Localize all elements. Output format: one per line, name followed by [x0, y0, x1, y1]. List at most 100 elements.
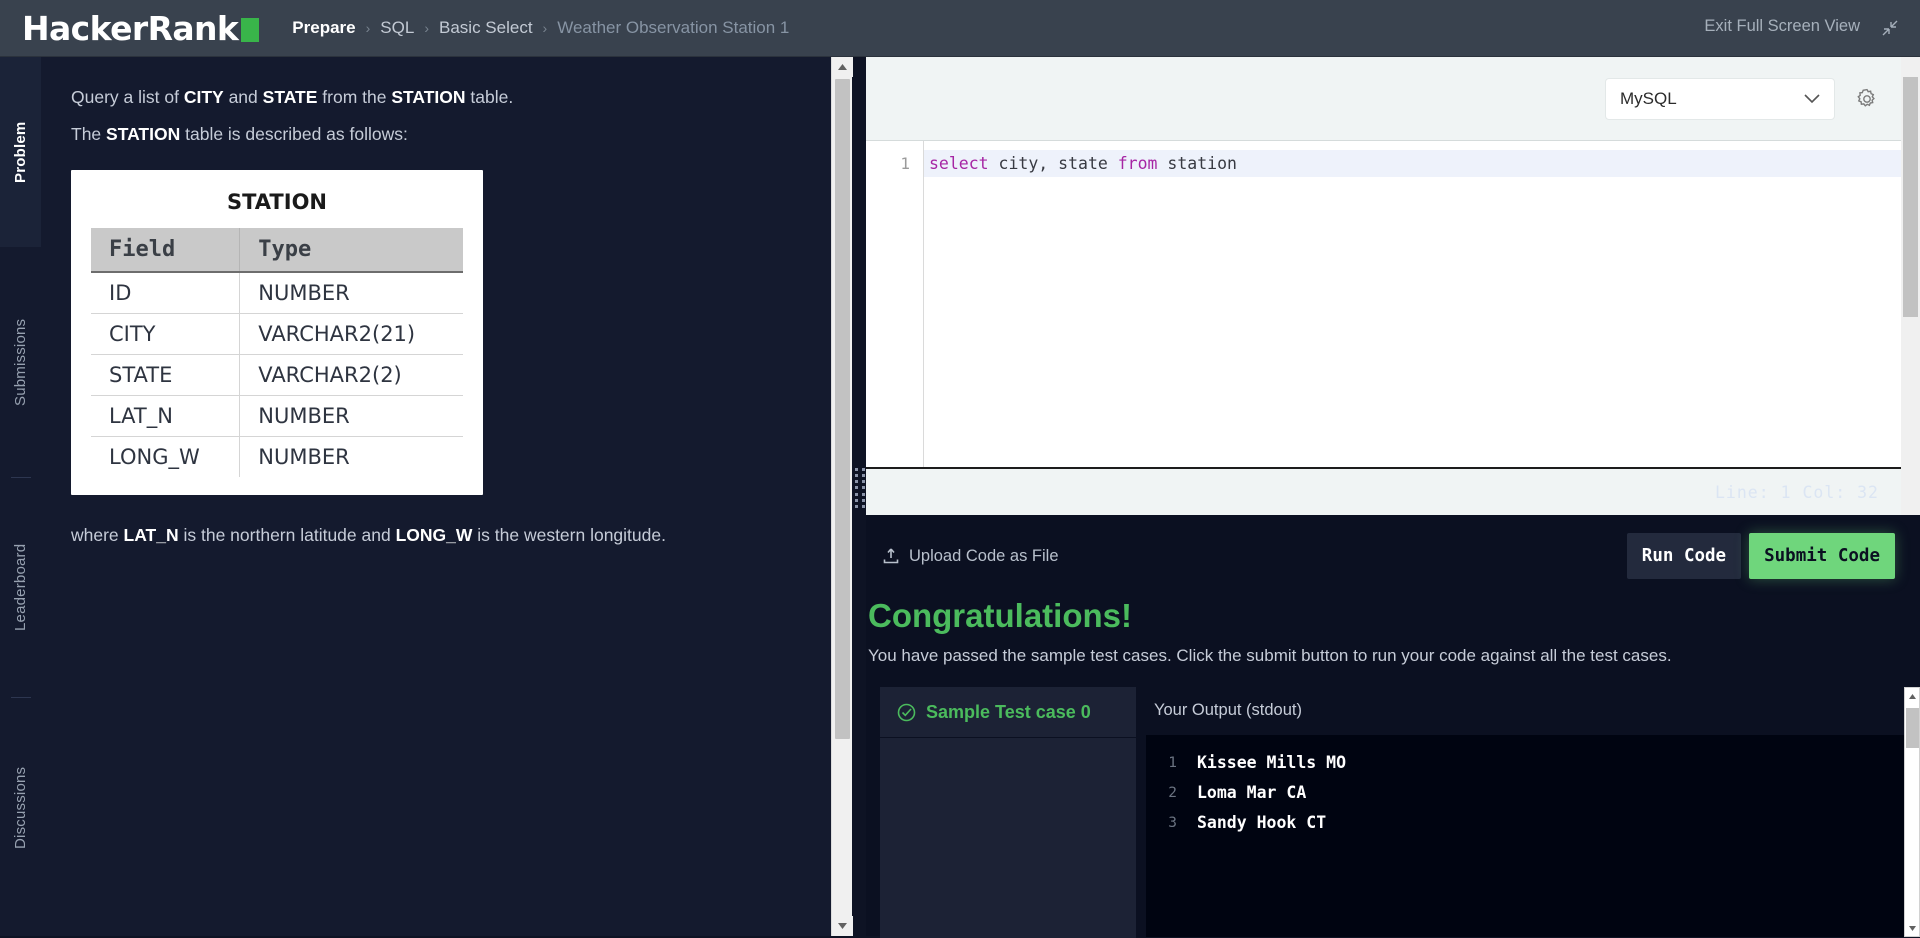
test-case-item[interactable]: Sample Test case 0: [880, 687, 1136, 737]
cell-field: ID: [91, 271, 241, 314]
pane-resize-handle[interactable]: [855, 468, 865, 508]
cell-type: VARCHAR2(2): [239, 354, 463, 396]
cell-type: NUMBER: [239, 395, 463, 437]
test-case-output-area: Your Output (stdout) 1 2 3 Kissee Mills …: [1136, 687, 1920, 937]
sidebar-item-label: Discussions: [12, 766, 29, 849]
upload-icon: [882, 547, 900, 565]
chevron-right-icon: ›: [424, 20, 429, 36]
code-editor[interactable]: 1 select city, state from station: [866, 141, 1901, 467]
sidebar-item-discussions[interactable]: Discussions: [0, 698, 41, 917]
handle-dot: [855, 468, 858, 471]
test-case-results-panel: Sample Test case 0 Your Output (stdout) …: [880, 687, 1920, 938]
table-row: LAT_N NUMBER: [91, 395, 463, 437]
cell-type: NUMBER: [239, 271, 463, 314]
handle-dot-row: [855, 498, 865, 502]
action-buttons: Run Code Submit Code: [1626, 533, 1895, 579]
scrollbar-thumb[interactable]: [1906, 708, 1919, 748]
code-content[interactable]: select city, state from station: [924, 141, 1901, 467]
upload-label: Upload Code as File: [909, 546, 1059, 565]
problem-footnote: where LAT_N is the northern latitude and…: [71, 521, 771, 551]
handle-dot: [855, 486, 858, 490]
breadcrumb-item-current: Weather Observation Station 1: [557, 18, 790, 37]
station-schema-table: Field Type ID NUMBER CITY VARCHAR2(21) S…: [91, 227, 463, 477]
cursor-position-status: Line: 1 Col: 32: [1714, 482, 1879, 502]
sidebar-item-submissions[interactable]: Submissions: [0, 247, 41, 477]
language-select[interactable]: MySQL: [1605, 77, 1835, 120]
test-case-list-body: [880, 738, 1136, 938]
problem-text-state: STATE: [262, 87, 318, 107]
cell-type: NUMBER: [258, 444, 350, 469]
cell-field: CITY: [91, 313, 241, 355]
cell-field: STATE: [91, 354, 241, 396]
test-case-list: Sample Test case 0: [880, 687, 1136, 938]
column-header-field: Field: [91, 227, 241, 273]
output-label: Your Output (stdout): [1154, 701, 1302, 719]
scrollbar-thumb[interactable]: [1903, 77, 1918, 317]
problem-line-1: Query a list of CITY and STATE from the …: [71, 83, 771, 113]
scroll-down-arrow-icon[interactable]: [832, 916, 853, 936]
line-number-gutter: 1: [866, 141, 924, 467]
scroll-up-arrow-icon[interactable]: [832, 57, 853, 77]
scrollbar-thumb[interactable]: [835, 79, 850, 739]
handle-dot-row: [855, 492, 865, 496]
output-line-number-gutter: 1 2 3: [1146, 735, 1188, 937]
sidebar-item-label: Problem: [12, 121, 29, 183]
run-code-button[interactable]: Run Code: [1626, 533, 1742, 579]
problem-panel-scrollbar[interactable]: [831, 57, 853, 936]
handle-dot-row: [855, 480, 865, 484]
sidebar-item-leaderboard[interactable]: Leaderboard: [0, 478, 41, 697]
handle-dot: [855, 504, 858, 508]
breadcrumb: Prepare › SQL › Basic Select › Weather O…: [292, 18, 789, 38]
breadcrumb-item-sql[interactable]: SQL: [380, 18, 414, 38]
handle-dot: [862, 468, 865, 471]
sidebar-item-problem[interactable]: Problem: [0, 57, 41, 247]
submit-code-button[interactable]: Submit Code: [1749, 533, 1895, 579]
output-line-number: 1: [1168, 755, 1177, 771]
output-scrollbar[interactable]: [1904, 687, 1920, 937]
exit-fullscreen-label[interactable]: Exit Full Screen View: [1704, 17, 1860, 36]
problem-text-fragment: is the northern latitude and: [178, 524, 396, 545]
congratulations-title: Congratulations!: [868, 597, 1132, 634]
chevron-down-icon: [1804, 89, 1820, 109]
problem-text-fragment: Query a list of: [71, 87, 184, 107]
problem-text-latn: LAT_N: [123, 524, 179, 545]
editor-status-bar: Line: 1 Col: 32: [866, 467, 1901, 515]
breadcrumb-item-basic-select[interactable]: Basic Select: [439, 18, 533, 38]
code-line[interactable]: select city, state from station: [924, 150, 1901, 177]
problem-text-station: STATION: [106, 123, 181, 144]
chevron-right-icon: ›: [365, 20, 371, 36]
sql-keyword: select: [929, 154, 989, 173]
problem-text-fragment: The: [71, 123, 107, 144]
breadcrumb-item-prepare[interactable]: Prepare: [292, 18, 355, 38]
problem-text-fragment: from the: [317, 87, 392, 107]
problem-text-fragment: where: [71, 524, 124, 545]
problem-text-longw: LONG_W: [395, 524, 473, 545]
scroll-up-arrow-icon[interactable]: [1905, 688, 1919, 704]
logo-text: HackerRank: [22, 8, 239, 48]
chevron-right-icon: ›: [542, 20, 548, 36]
vertical-tab-rail: Problem Submissions Leaderboard Discussi…: [0, 57, 41, 936]
handle-dot: [862, 474, 865, 478]
output-line-number: 2: [1168, 785, 1177, 801]
collapse-arrows-icon[interactable]: [1880, 18, 1900, 38]
sidebar-item-label: Leaderboard: [12, 543, 29, 632]
cell-type: VARCHAR2(21): [239, 313, 463, 355]
station-table-title: STATION: [226, 189, 327, 214]
table-row: CITY VARCHAR2(21): [91, 313, 463, 355]
handle-dot: [862, 504, 865, 508]
hackerrank-logo[interactable]: HackerRank: [22, 8, 260, 48]
handle-dot: [862, 486, 865, 490]
upload-code-as-file-link[interactable]: Upload Code as File: [882, 547, 1059, 566]
logo-square-icon: [241, 18, 260, 42]
handle-dot-row: [855, 468, 865, 471]
station-schema-image: STATION Field Type ID NUMBER CITY VARCHA…: [71, 169, 483, 495]
editor-scrollbar[interactable]: [1901, 57, 1920, 515]
sql-keyword: from: [1117, 154, 1158, 173]
output-content: Kissee Mills MO Loma Mar CA Sandy Hook C…: [1188, 735, 1920, 937]
table-header-row: Field Type: [91, 227, 463, 273]
handle-dot: [862, 480, 865, 484]
output-line-number: 3: [1168, 815, 1177, 831]
handle-dot-row: [855, 486, 865, 490]
scroll-down-arrow-icon[interactable]: [1905, 920, 1919, 936]
gear-icon[interactable]: [1855, 87, 1879, 111]
